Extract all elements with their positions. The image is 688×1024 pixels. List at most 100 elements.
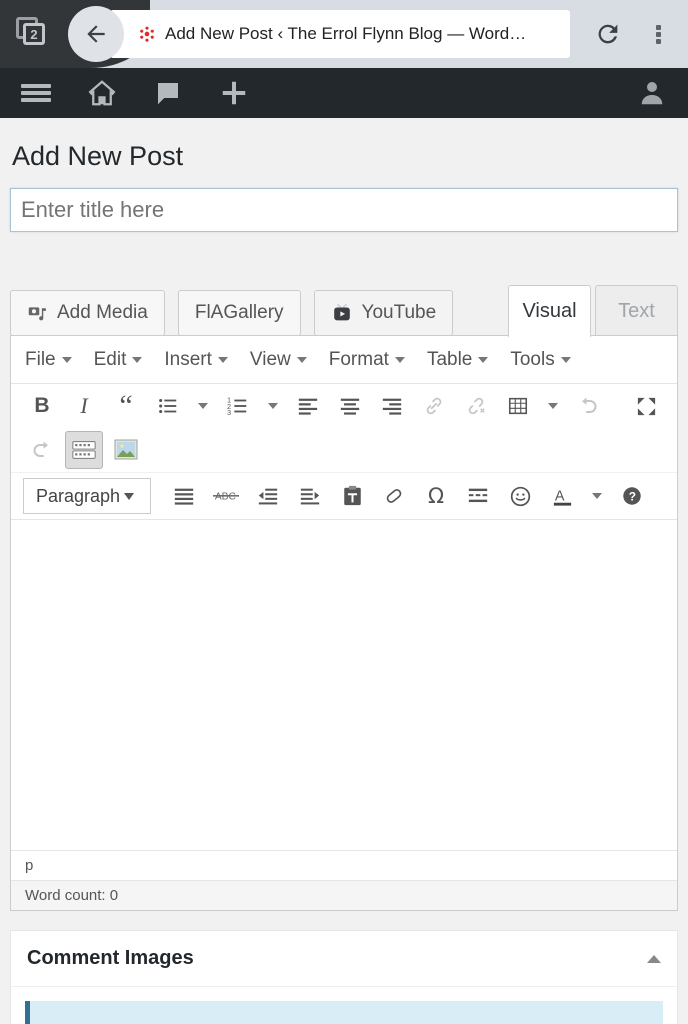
bold-button[interactable]: B: [23, 387, 61, 425]
post-title-input[interactable]: [10, 188, 678, 233]
post-editor-page: Add New Post Add Media FlAGallery: [0, 118, 688, 1024]
add-media-label: Add Media: [57, 302, 148, 324]
clipboard-icon: [343, 486, 361, 506]
chevron-down-icon: [478, 356, 489, 363]
editor-content-area[interactable]: [11, 520, 677, 851]
chevron-down-icon: [198, 403, 208, 410]
align-right-icon: [382, 399, 402, 416]
editor-toolbar-row-2: [11, 428, 677, 473]
italic-icon: I: [80, 393, 88, 419]
user-avatar-icon: [641, 82, 663, 105]
chevron-down-icon: [132, 356, 143, 363]
align-left-button[interactable]: [289, 387, 327, 425]
page-title: Add New Post: [12, 141, 184, 171]
quote-icon: “: [119, 389, 133, 423]
back-button[interactable]: [68, 6, 124, 62]
special-character-button[interactable]: Ω: [417, 477, 455, 515]
editor-toolbar-row-3: Paragraph ABC Ω A ?: [11, 472, 677, 521]
numbered-list-button[interactable]: 1 2 3: [219, 387, 257, 425]
account-menu-button[interactable]: [634, 75, 670, 111]
comment-bubble-icon: [158, 83, 178, 105]
insert-image-button[interactable]: [107, 431, 145, 469]
align-center-button[interactable]: [331, 387, 369, 425]
add-media-button[interactable]: Add Media: [10, 290, 165, 337]
menu-table[interactable]: Table: [427, 349, 489, 371]
format-select[interactable]: Paragraph: [23, 478, 151, 515]
url-bar[interactable]: Add New Post ‹ The Errol Flynn Blog — Wo…: [110, 10, 570, 58]
plus-icon: [222, 81, 246, 105]
numbered-list-caret[interactable]: [261, 387, 285, 425]
tab-text[interactable]: Text: [595, 285, 678, 338]
clear-formatting-button[interactable]: [375, 477, 413, 515]
numbered-list-icon: 1 2 3: [227, 396, 247, 418]
site-home-button[interactable]: [84, 75, 120, 111]
menu-insert[interactable]: Insert: [164, 349, 228, 371]
menu-tools[interactable]: Tools: [510, 349, 571, 371]
indent-icon: [300, 489, 320, 505]
bullet-list-button[interactable]: [149, 387, 187, 425]
align-right-button[interactable]: [373, 387, 411, 425]
strikethrough-button[interactable]: ABC: [207, 477, 245, 515]
tab-visual[interactable]: Visual: [508, 285, 591, 338]
chevron-down-icon: [217, 356, 228, 363]
redo-icon: [33, 441, 48, 458]
menu-format[interactable]: Format: [329, 349, 405, 371]
chevron-down-icon: [560, 356, 571, 363]
page-break-icon: [468, 489, 488, 503]
unlink-button[interactable]: [457, 387, 495, 425]
text-color-caret[interactable]: [585, 477, 609, 515]
menu-insert-label: Insert: [164, 348, 212, 370]
bullet-list-caret[interactable]: [191, 387, 215, 425]
collapse-arrow-icon[interactable]: [647, 954, 661, 963]
table-button[interactable]: [499, 387, 537, 425]
fullscreen-button[interactable]: [627, 387, 665, 425]
mobile-browser-screen: 2 Add New Post ‹ The Errol Flynn Blog — …: [0, 0, 688, 1024]
comments-button[interactable]: [150, 75, 186, 111]
editor-element-path[interactable]: p: [11, 850, 677, 881]
chevron-down-icon: [61, 356, 72, 363]
browser-menu-button[interactable]: [638, 14, 678, 54]
indent-button[interactable]: [291, 477, 329, 515]
keyboard-shortcuts-button[interactable]: ?: [613, 477, 651, 515]
reload-button[interactable]: [588, 14, 628, 54]
emoji-button[interactable]: [501, 477, 539, 515]
paste-as-text-button[interactable]: [333, 477, 371, 515]
sidebar-menu-toggle[interactable]: [18, 75, 54, 111]
table-caret[interactable]: [541, 387, 565, 425]
editor-mode-tabs: Visual Text: [508, 285, 678, 338]
justify-button[interactable]: [165, 477, 203, 515]
bold-icon: B: [34, 394, 50, 418]
add-media-icon: [28, 307, 46, 321]
undo-icon: [582, 397, 597, 414]
flagallery-button[interactable]: FlAGallery: [177, 290, 301, 337]
undo-button[interactable]: [569, 387, 607, 425]
svg-text:3: 3: [227, 409, 231, 418]
overflow-menu-icon: [655, 23, 661, 46]
eraser-icon: [386, 489, 402, 504]
italic-button[interactable]: I: [65, 387, 103, 425]
menu-file-label: File: [25, 348, 56, 370]
menu-edit[interactable]: Edit: [94, 349, 143, 371]
insert-link-button[interactable]: [415, 387, 453, 425]
tab-counter-button[interactable]: 2: [14, 14, 54, 54]
redo-button[interactable]: [23, 431, 61, 469]
menu-view[interactable]: View: [250, 349, 307, 371]
metabox-header[interactable]: Comment Images: [11, 931, 677, 988]
reload-icon: [598, 24, 618, 44]
svg-text:ABC: ABC: [215, 492, 236, 503]
keyboard-toolbar-icon: [72, 441, 96, 460]
text-color-a-icon: A: [553, 488, 571, 506]
youtube-tv-icon: [333, 304, 350, 321]
blockquote-button[interactable]: “: [107, 387, 145, 425]
bullet-list-icon: [159, 399, 177, 414]
omega-icon: Ω: [427, 484, 445, 509]
toolbar-toggle-button[interactable]: [65, 431, 103, 470]
read-more-button[interactable]: [459, 477, 497, 515]
editor-menubar: File Edit Insert View Format Table Tools: [11, 336, 677, 385]
wordpress-site-favicon: [140, 26, 154, 42]
new-content-button[interactable]: [216, 75, 252, 111]
outdent-button[interactable]: [249, 477, 287, 515]
menu-file[interactable]: File: [25, 349, 72, 371]
youtube-button[interactable]: YouTube: [313, 290, 454, 337]
text-color-button[interactable]: A: [543, 477, 581, 515]
